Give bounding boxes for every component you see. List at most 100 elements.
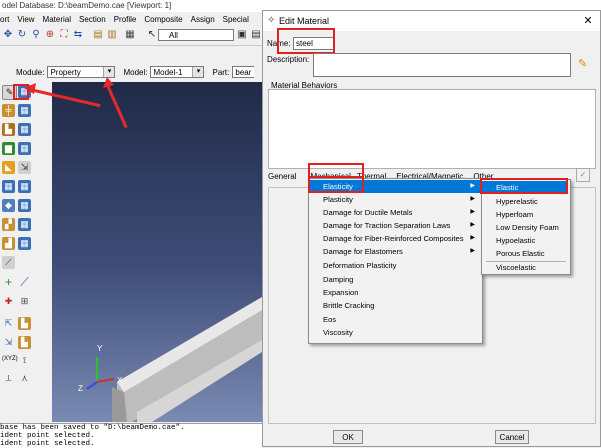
menu-composite[interactable]: Composite [144,15,182,24]
delete-behavior-icon[interactable]: ✓ [576,168,590,182]
menu-item-viscosity[interactable]: Viscosity [309,326,480,339]
chevron-down-icon: ▾ [192,67,204,77]
axis-z-label: Z [78,384,83,393]
select-options-icon[interactable]: ▣ [236,29,248,41]
abaqus-logo-icon: ✧ [267,15,276,26]
module-bar: Module: Property ▾ Model: Model-1 ▾ Part… [0,64,262,80]
section-manager-icon[interactable]: ▦ [18,104,31,117]
main-menubar: ort View Material Section Profile Compos… [0,13,262,26]
assign-beam-icon[interactable]: ▦ [2,180,15,193]
cancel-button[interactable]: Cancel [495,430,529,444]
description-field[interactable] [313,53,571,77]
edit-feature-icon[interactable]: ⇲ [2,336,15,349]
menu-item-brittle-cracking[interactable]: Brittle Cracking [309,299,480,312]
stringer-icon[interactable]: ▟ [2,237,15,250]
feature-icon[interactable]: ▙ [18,317,31,330]
menu-item-damping[interactable]: Damping [309,273,480,286]
menu-item-low-density-foam[interactable]: Low Density Foam [482,221,568,234]
view-manager-icon[interactable]: ▤ [92,29,104,41]
render-icon[interactable]: ▥ [106,29,118,41]
select-more-icon[interactable]: ▤ [250,29,262,41]
zoom-box-icon[interactable]: ⊕ [44,29,56,41]
model-combo[interactable]: Model-1 ▾ [150,66,205,78]
mechanical-menu: Elasticity ▶ Plasticity ▶ Damage for Ducti… [308,178,483,344]
create-section-icon[interactable]: ╪ [2,104,15,117]
coordinate-system-icon[interactable]: ⟟ [18,354,31,367]
submenu-arrow-icon: ▶ [470,183,475,189]
message-area: base has been saved to "D:\beamDemo.cae"… [0,423,262,448]
beam-manager-icon[interactable]: ▦ [18,180,31,193]
close-icon[interactable]: ✕ [580,13,596,29]
rotate-icon[interactable]: ↻ [16,29,28,41]
datum-plane-icon[interactable]: ✚ [2,295,15,308]
menu-item-hyperfoam[interactable]: Hyperfoam [482,208,568,221]
magnify-icon[interactable]: ⚲ [30,29,42,41]
part-label: Part: [212,67,230,77]
inertia-icon[interactable]: ◆ [2,199,15,212]
menu-section[interactable]: Section [79,15,106,24]
menu-profile[interactable]: Profile [114,15,137,24]
menu-item-damage-ductile-metals[interactable]: Damage for Ductile Metals ▶ [309,206,480,219]
menu-item-deformation-plasticity[interactable]: Deformation Plasticity [309,259,480,272]
axis-x-label: X [117,376,123,385]
viewport-canvas[interactable]: Y X Z [52,82,262,422]
cycle-views-icon[interactable]: ⇆ [72,29,84,41]
menu-special[interactable]: Special [223,15,249,24]
submenu-arrow-icon: ▶ [470,222,475,228]
inertia-manager-icon[interactable]: ▦ [18,199,31,212]
assign-section-icon[interactable]: ▆ [2,142,15,155]
menu-item-porous-elastic[interactable]: Porous Elastic [482,247,568,260]
material-behaviors-list[interactable] [268,89,596,169]
menu-item-plasticity[interactable]: Plasticity ▶ [309,193,480,206]
edit-pencil-icon[interactable]: ✎ [578,57,587,70]
shaded-icon[interactable]: ▦ [124,29,136,41]
skin-manager-icon[interactable]: ▦ [18,218,31,231]
annotation-box-elastic [480,178,568,194]
submenu-arrow-icon: ▶ [470,209,475,215]
annotation-box-elasticity [308,176,364,193]
create-profile-icon[interactable]: ▙ [2,123,15,136]
part-combo[interactable]: bear [232,66,255,78]
beam-model-view [86,297,262,422]
menu-view[interactable]: View [17,15,34,24]
menu-file[interactable]: ort [0,15,9,24]
menu-item-hypoelastic[interactable]: Hypoelastic [482,234,568,247]
axis-triad-icon[interactable]: ⋏ [18,372,31,385]
skin-icon[interactable]: ▞ [2,218,15,231]
submenu-arrow-icon: ▶ [470,196,475,202]
datum-point-icon[interactable]: + [2,276,15,289]
profile-manager-icon[interactable]: ▦ [18,123,31,136]
annotation-arrowhead-2 [103,77,114,88]
auto-fit-icon[interactable]: ⛶ [58,29,70,41]
message-line: base has been saved to "D:\beamDemo.cae"… [0,424,185,432]
axis-y-label: Y [97,344,103,353]
menu-item-viscoelastic[interactable]: Viscoelastic [482,261,568,274]
delete-feature-icon[interactable]: ▙ [18,336,31,349]
menu-assign[interactable]: Assign [191,15,215,24]
menu-item-damage-fiber-composites[interactable]: Damage for Fiber-Reinforced Composites ▶ [309,232,480,245]
ok-button[interactable]: OK [333,430,363,444]
tab-general[interactable]: General [268,172,296,181]
special-tool-icon[interactable]: ⟋ [2,256,15,269]
part-value: bear [235,68,252,77]
csys-label[interactable]: (XYZ) [2,356,18,362]
menu-item-eos[interactable]: Eos [309,313,480,326]
assign-orientation-icon[interactable]: ◣ [2,161,15,174]
module-toolbox: ✎ ▦ ╪ ▦ ▙ ▦ ▆ ▦ ◣ ⇲ ▦ ▦ ◆ ▦ ▞ ▦ ▟ ▦ ⟋ + … [0,82,52,422]
select-arrow-icon[interactable]: ↖ [146,29,158,41]
query-icon[interactable]: ⇱ [2,317,15,330]
menu-item-hyperelastic[interactable]: Hyperelastic [482,195,568,208]
menu-item-damage-elastomers[interactable]: Damage for Elastomers ▶ [309,245,480,258]
menu-item-expansion[interactable]: Expansion [309,286,480,299]
section-assignment-manager-icon[interactable]: ▦ [18,142,31,155]
transform-icon[interactable]: ⟂ [2,372,15,385]
description-label: Description: [267,55,310,64]
pan-icon[interactable]: ✥ [2,29,14,41]
beam-orientation-icon[interactable]: ⇲ [18,161,31,174]
menu-item-damage-traction-separation[interactable]: Damage for Traction Separation Laws ▶ [309,219,480,232]
datum-axis-icon[interactable]: ⟋ [18,276,31,289]
menu-material[interactable]: Material [43,15,71,24]
partition-icon[interactable]: ⊞ [18,295,31,308]
stringer-manager-icon[interactable]: ▦ [18,237,31,250]
selection-filter-combo[interactable]: All [158,29,234,41]
